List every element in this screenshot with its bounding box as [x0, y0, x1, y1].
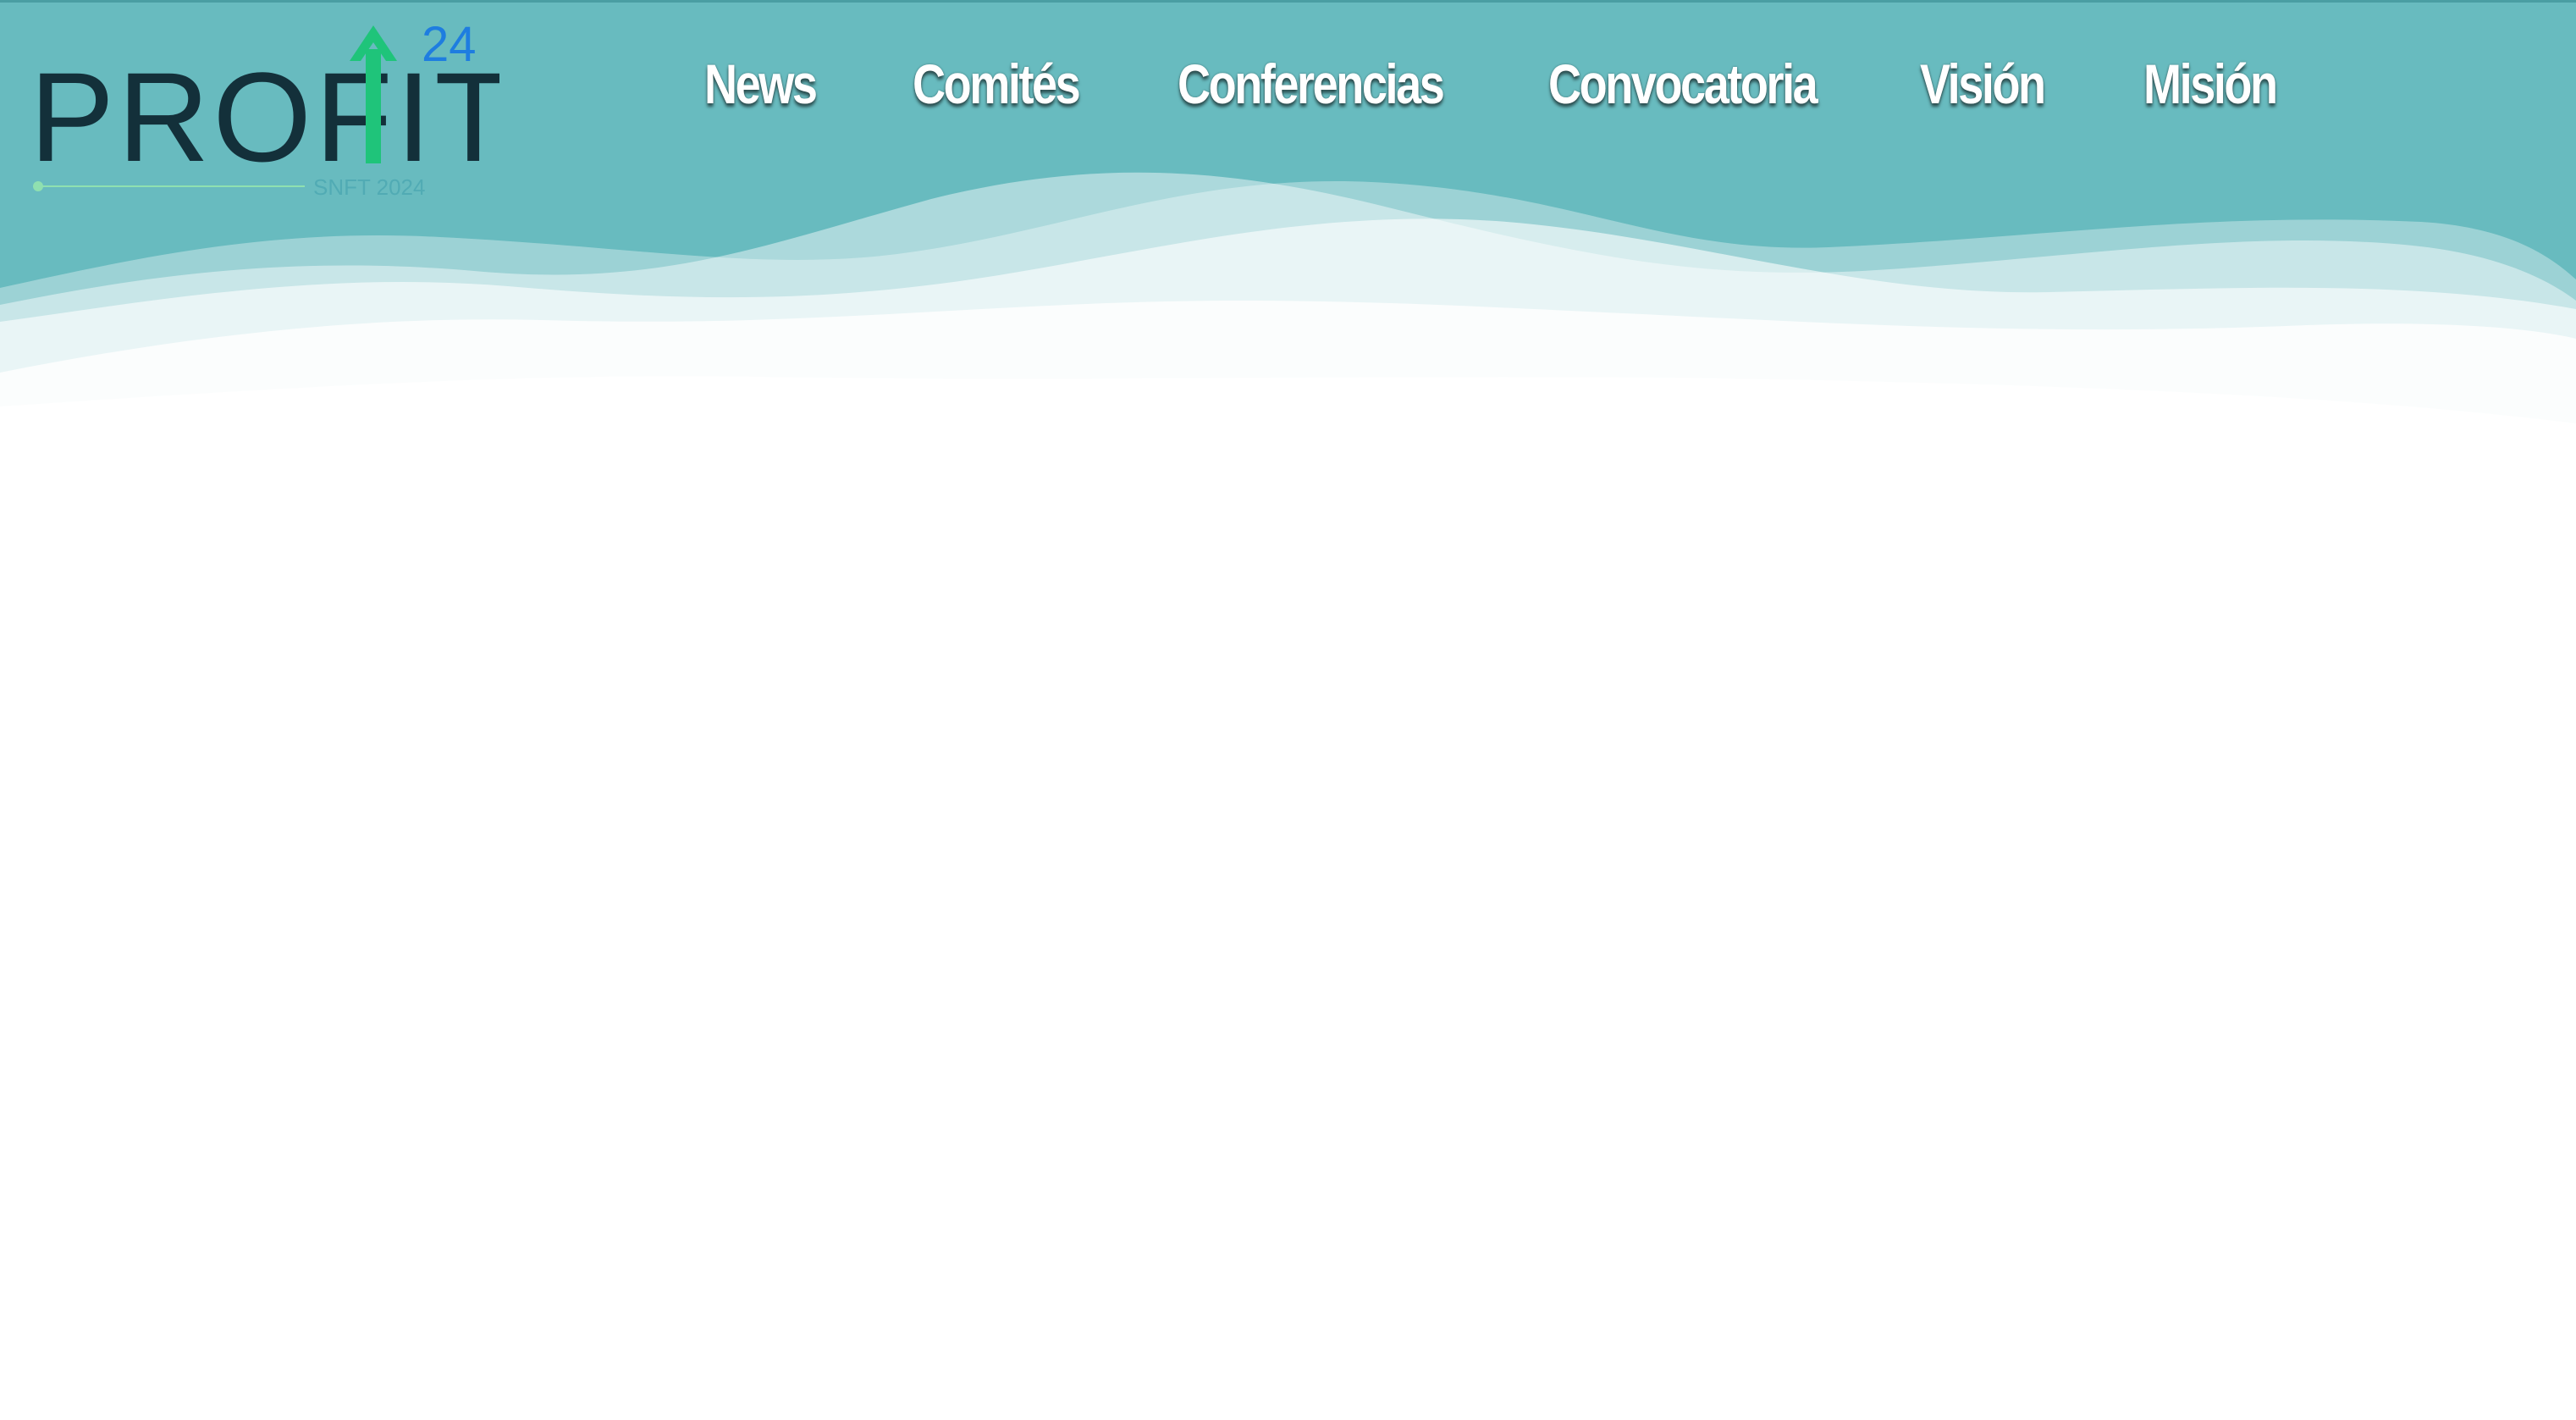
page: PROFIT 24 SNFT 2024 News Comités Confere… [0, 0, 2576, 1420]
nav-item-conferencias[interactable]: Conferencias [1178, 47, 1445, 120]
nav-item-mision[interactable]: Misión [2143, 47, 2278, 120]
nav-item-convocatoria[interactable]: Convocatoria [1548, 47, 1818, 120]
nav-item-vision[interactable]: Visión [1920, 47, 2046, 120]
main-content [0, 440, 2576, 1420]
logo-tagline: SNFT 2024 [313, 174, 425, 200]
profit-logo[interactable]: PROFIT 24 SNFT 2024 [25, 8, 499, 203]
logo-superscript: 24 [422, 17, 477, 72]
nav-item-comites[interactable]: Comités [913, 47, 1081, 120]
nav-item-news[interactable]: News [704, 47, 818, 120]
